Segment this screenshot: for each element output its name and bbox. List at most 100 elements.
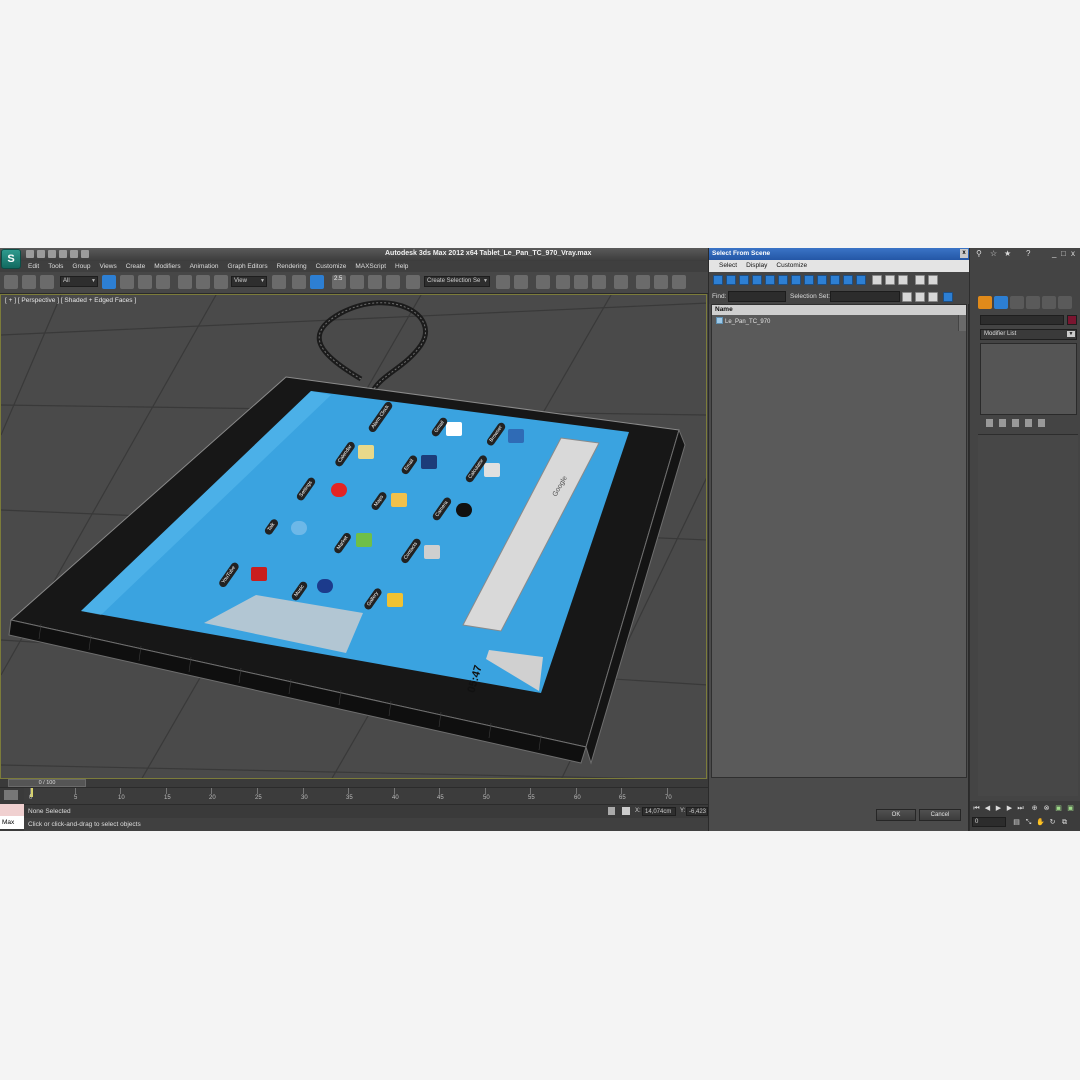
curve-editor-icon[interactable] (574, 275, 588, 289)
angle-snap-icon[interactable] (350, 275, 364, 289)
display-helpers-icon[interactable] (765, 275, 775, 285)
undo-icon[interactable] (59, 250, 67, 258)
minimize-button[interactable]: _ (1052, 249, 1056, 258)
utilities-tab-icon[interactable] (1058, 296, 1072, 309)
select-by-name-icon[interactable] (120, 275, 134, 289)
maxscript-listener[interactable]: Max (0, 788, 24, 831)
menu-views[interactable]: Views (95, 261, 121, 272)
modifier-list-dropdown[interactable]: Modifier List (980, 329, 1077, 340)
pivot-center-icon[interactable] (272, 275, 286, 289)
display-none-icon[interactable] (885, 275, 895, 285)
zoom-extents-icon[interactable]: ▣ (1054, 804, 1063, 813)
menu-customize[interactable]: Customize (312, 261, 352, 272)
absolute-mode-icon[interactable] (622, 807, 630, 815)
x-coordinate-field[interactable]: 14,074cm (642, 807, 676, 816)
time-slider-thumb[interactable]: 0 / 100 (8, 779, 86, 787)
list-scrollbar[interactable] (958, 315, 966, 331)
align-icon[interactable] (514, 275, 528, 289)
display-invert-icon[interactable] (898, 275, 908, 285)
window-crossing-icon[interactable] (156, 275, 170, 289)
percent-snap-icon[interactable] (368, 275, 382, 289)
maximize-viewport-icon[interactable]: ⧉ (1060, 818, 1069, 827)
keyboard-shortcut-override-icon[interactable] (310, 275, 324, 289)
ok-button[interactable]: OK (876, 809, 916, 821)
rectangular-selection-icon[interactable] (138, 275, 152, 289)
selection-set-dropdown[interactable] (830, 291, 900, 302)
display-lights-icon[interactable] (739, 275, 749, 285)
project-folder-icon[interactable] (81, 250, 89, 258)
play-icon[interactable]: ▶ (994, 804, 1003, 813)
cancel-button[interactable]: Cancel (919, 809, 961, 821)
select-object-icon[interactable] (102, 275, 116, 289)
app-logo-button[interactable]: S (1, 249, 21, 269)
object-name-field[interactable] (980, 315, 1064, 325)
time-config-icon[interactable]: ▤ (1012, 818, 1021, 827)
maximize-button[interactable]: □ (1061, 249, 1066, 258)
manipulate-icon[interactable] (292, 275, 306, 289)
unlink-icon[interactable] (22, 275, 36, 289)
display-groups-icon[interactable] (791, 275, 801, 285)
search-icon[interactable]: ⚲ (976, 249, 982, 258)
dialog-menu-customize[interactable]: Customize (772, 260, 812, 272)
bind-space-warp-icon[interactable] (40, 275, 54, 289)
dialog-menu-display[interactable]: Display (742, 260, 772, 272)
dialog-menu-select[interactable]: Select (715, 260, 742, 272)
motion-tab-icon[interactable] (1026, 296, 1040, 309)
select-invert-icon[interactable] (928, 292, 938, 302)
field-of-view-icon[interactable]: ⤡ (1024, 818, 1033, 827)
track-bar[interactable]: 0 5 10 15 20 25 30 35 40 45 50 55 60 65 … (24, 788, 708, 805)
lock-icon[interactable] (608, 807, 615, 815)
modify-tab-icon[interactable] (994, 296, 1008, 309)
go-to-start-icon[interactable]: ⏮ (972, 804, 981, 813)
rotate-icon[interactable] (196, 275, 210, 289)
render-production-icon[interactable] (672, 275, 686, 289)
dialog-close-button[interactable]: x (960, 249, 968, 258)
list-item[interactable]: Le_Pan_TC_970 (712, 316, 966, 325)
listener-input[interactable]: Max (0, 816, 24, 829)
create-tab-icon[interactable] (978, 296, 992, 309)
menu-modifiers[interactable]: Modifiers (150, 261, 185, 272)
graphite-tools-icon[interactable] (556, 275, 570, 289)
move-icon[interactable] (178, 275, 192, 289)
go-to-end-icon[interactable]: ⏭ (1016, 804, 1025, 813)
display-tab-icon[interactable] (1042, 296, 1056, 309)
time-slider[interactable]: 0 / 100 (0, 779, 708, 788)
named-selection-set-field[interactable]: Create Selection Se (424, 276, 490, 287)
perspective-viewport[interactable]: [ + ] [ Perspective ] [ Shaded + Edged F… (0, 294, 707, 779)
display-cameras-icon[interactable] (752, 275, 762, 285)
y-coordinate-field[interactable]: -6,423 (686, 807, 708, 816)
display-all-icon[interactable] (872, 275, 882, 285)
open-file-icon[interactable] (37, 250, 45, 258)
help-icon[interactable]: ? (1026, 249, 1030, 258)
display-containers-icon[interactable] (830, 275, 840, 285)
display-xrefs-icon[interactable] (804, 275, 814, 285)
menu-animation[interactable]: Animation (186, 261, 224, 272)
rendered-frame-window-icon[interactable] (654, 275, 668, 289)
hierarchy-tab-icon[interactable] (1010, 296, 1024, 309)
edit-named-selection-icon[interactable] (406, 275, 420, 289)
reference-coordinate-dropdown[interactable]: View (231, 276, 267, 287)
display-geometry-icon[interactable] (713, 275, 723, 285)
render-setup-icon[interactable] (636, 275, 650, 289)
display-bones-icon[interactable] (817, 275, 827, 285)
viewport-label[interactable]: [ + ] [ Perspective ] [ Shaded + Edged F… (5, 297, 136, 304)
menu-rendering[interactable]: Rendering (273, 261, 312, 272)
configure-sets-icon[interactable] (1038, 419, 1045, 427)
zoom-all-icon[interactable]: ⊗ (1042, 804, 1051, 813)
current-frame-field[interactable]: 0 (972, 817, 1006, 827)
favorites-icon[interactable]: ★ (1004, 249, 1011, 258)
menu-group[interactable]: Group (68, 261, 95, 272)
display-hidden-icon[interactable] (856, 275, 866, 285)
select-and-link-icon[interactable] (4, 275, 18, 289)
zoom-extents-all-icon[interactable]: ▣ (1066, 804, 1075, 813)
keyboard-icon[interactable] (4, 790, 18, 800)
menu-maxscript[interactable]: MAXScript (351, 261, 391, 272)
selection-filter-dropdown[interactable]: All (60, 276, 98, 287)
modifier-stack[interactable] (980, 343, 1077, 415)
filter-settings-icon[interactable] (928, 275, 938, 285)
display-space-warps-icon[interactable] (778, 275, 788, 285)
filter-icon[interactable] (915, 275, 925, 285)
display-shapes-icon[interactable] (726, 275, 736, 285)
display-frozen-icon[interactable] (843, 275, 853, 285)
material-editor-icon[interactable] (614, 275, 628, 289)
